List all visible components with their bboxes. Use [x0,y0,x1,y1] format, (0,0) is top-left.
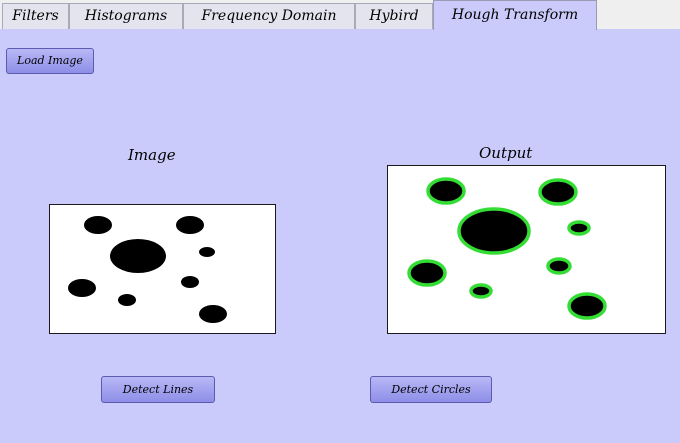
tab-filters[interactable]: Filters [2,3,69,29]
tab-histograms[interactable]: Histograms [69,3,183,29]
circle-3 [110,239,166,273]
detected-circle-6 [546,257,572,275]
circle-7 [118,294,136,306]
circle-5 [68,279,96,297]
tab-hough-transform[interactable]: Hough Transform [433,0,597,30]
load-image-button[interactable]: Load Image [6,48,94,74]
circle-8 [199,305,227,323]
circle-4 [199,247,215,257]
tab-bar: Filters Histograms Frequency Domain Hybi… [0,0,680,30]
circle-6 [181,276,199,288]
tab-frequency-domain[interactable]: Frequency Domain [183,3,355,29]
detect-circles-button[interactable]: Detect Circles [370,376,492,403]
detected-circle-2 [538,178,578,206]
output-image [407,177,607,320]
circle-2 [176,216,204,234]
detect-lines-button[interactable]: Detect Lines [101,376,215,403]
detected-circle-1 [426,177,466,205]
detected-circle-8 [567,292,607,320]
input-image [68,216,227,323]
input-image-panel [49,204,276,334]
detected-circle-4 [567,220,591,236]
circle-1 [84,216,112,234]
detected-circle-5 [407,259,447,287]
tab-hybird[interactable]: Hybird [355,3,433,29]
image-panel-title: Image [128,146,176,164]
detected-circle-3 [457,207,531,255]
output-image-panel [387,165,666,334]
output-panel-title: Output [479,144,533,162]
detected-circle-7 [469,283,493,299]
